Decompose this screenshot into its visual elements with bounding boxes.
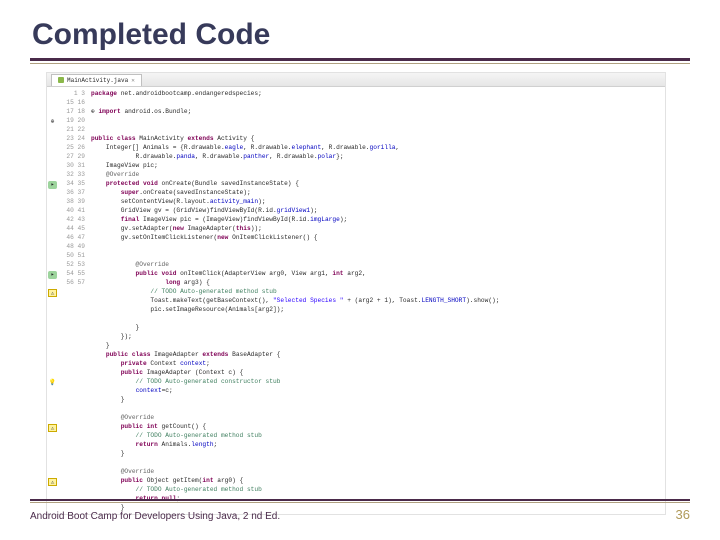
- gutter-marker: ⊕: [48, 118, 57, 126]
- editor-tab[interactable]: MainActivity.java ✕: [51, 74, 142, 86]
- footer-text: Android Boot Camp for Developers Using J…: [30, 511, 280, 522]
- editor-tab-bar: MainActivity.java ✕: [47, 73, 665, 87]
- java-file-icon: [58, 77, 64, 83]
- tab-close-icon[interactable]: ✕: [131, 76, 135, 85]
- slide-footer: Android Boot Camp for Developers Using J…: [30, 499, 690, 522]
- gutter-marker: ▸: [48, 181, 57, 189]
- page-number: 36: [676, 507, 690, 522]
- gutter-marker: ⚠: [48, 478, 57, 486]
- title-rule-accent: [30, 63, 690, 64]
- footer-rule: [30, 499, 690, 501]
- code-lines: package net.androidbootcamp.endangeredsp…: [89, 89, 665, 512]
- code-editor: MainActivity.java ✕ ⊕ ▸ ▸ ⚠ 💡 ⚠ ⚠ 1 3 15 16 17…: [46, 72, 666, 515]
- gutter-marker: ▸: [48, 271, 57, 279]
- slide-title: Completed Code: [30, 18, 690, 52]
- line-number-gutter: 1 3 15 16 17 18 19 20 21 22 23 24 25 26 …: [63, 89, 89, 512]
- gutter-marker: 💡: [48, 379, 57, 387]
- code-body: ⊕ ▸ ▸ ⚠ 💡 ⚠ ⚠ 1 3 15 16 17 18 19 20 21 22 23 2…: [47, 87, 665, 514]
- title-rule: [30, 58, 690, 61]
- marker-column: ⊕ ▸ ▸ ⚠ 💡 ⚠ ⚠: [47, 89, 63, 512]
- footer-rule-accent: [30, 502, 690, 503]
- tab-filename: MainActivity.java: [67, 76, 128, 85]
- gutter-marker: ⚠: [48, 289, 57, 297]
- gutter-marker: ⚠: [48, 424, 57, 432]
